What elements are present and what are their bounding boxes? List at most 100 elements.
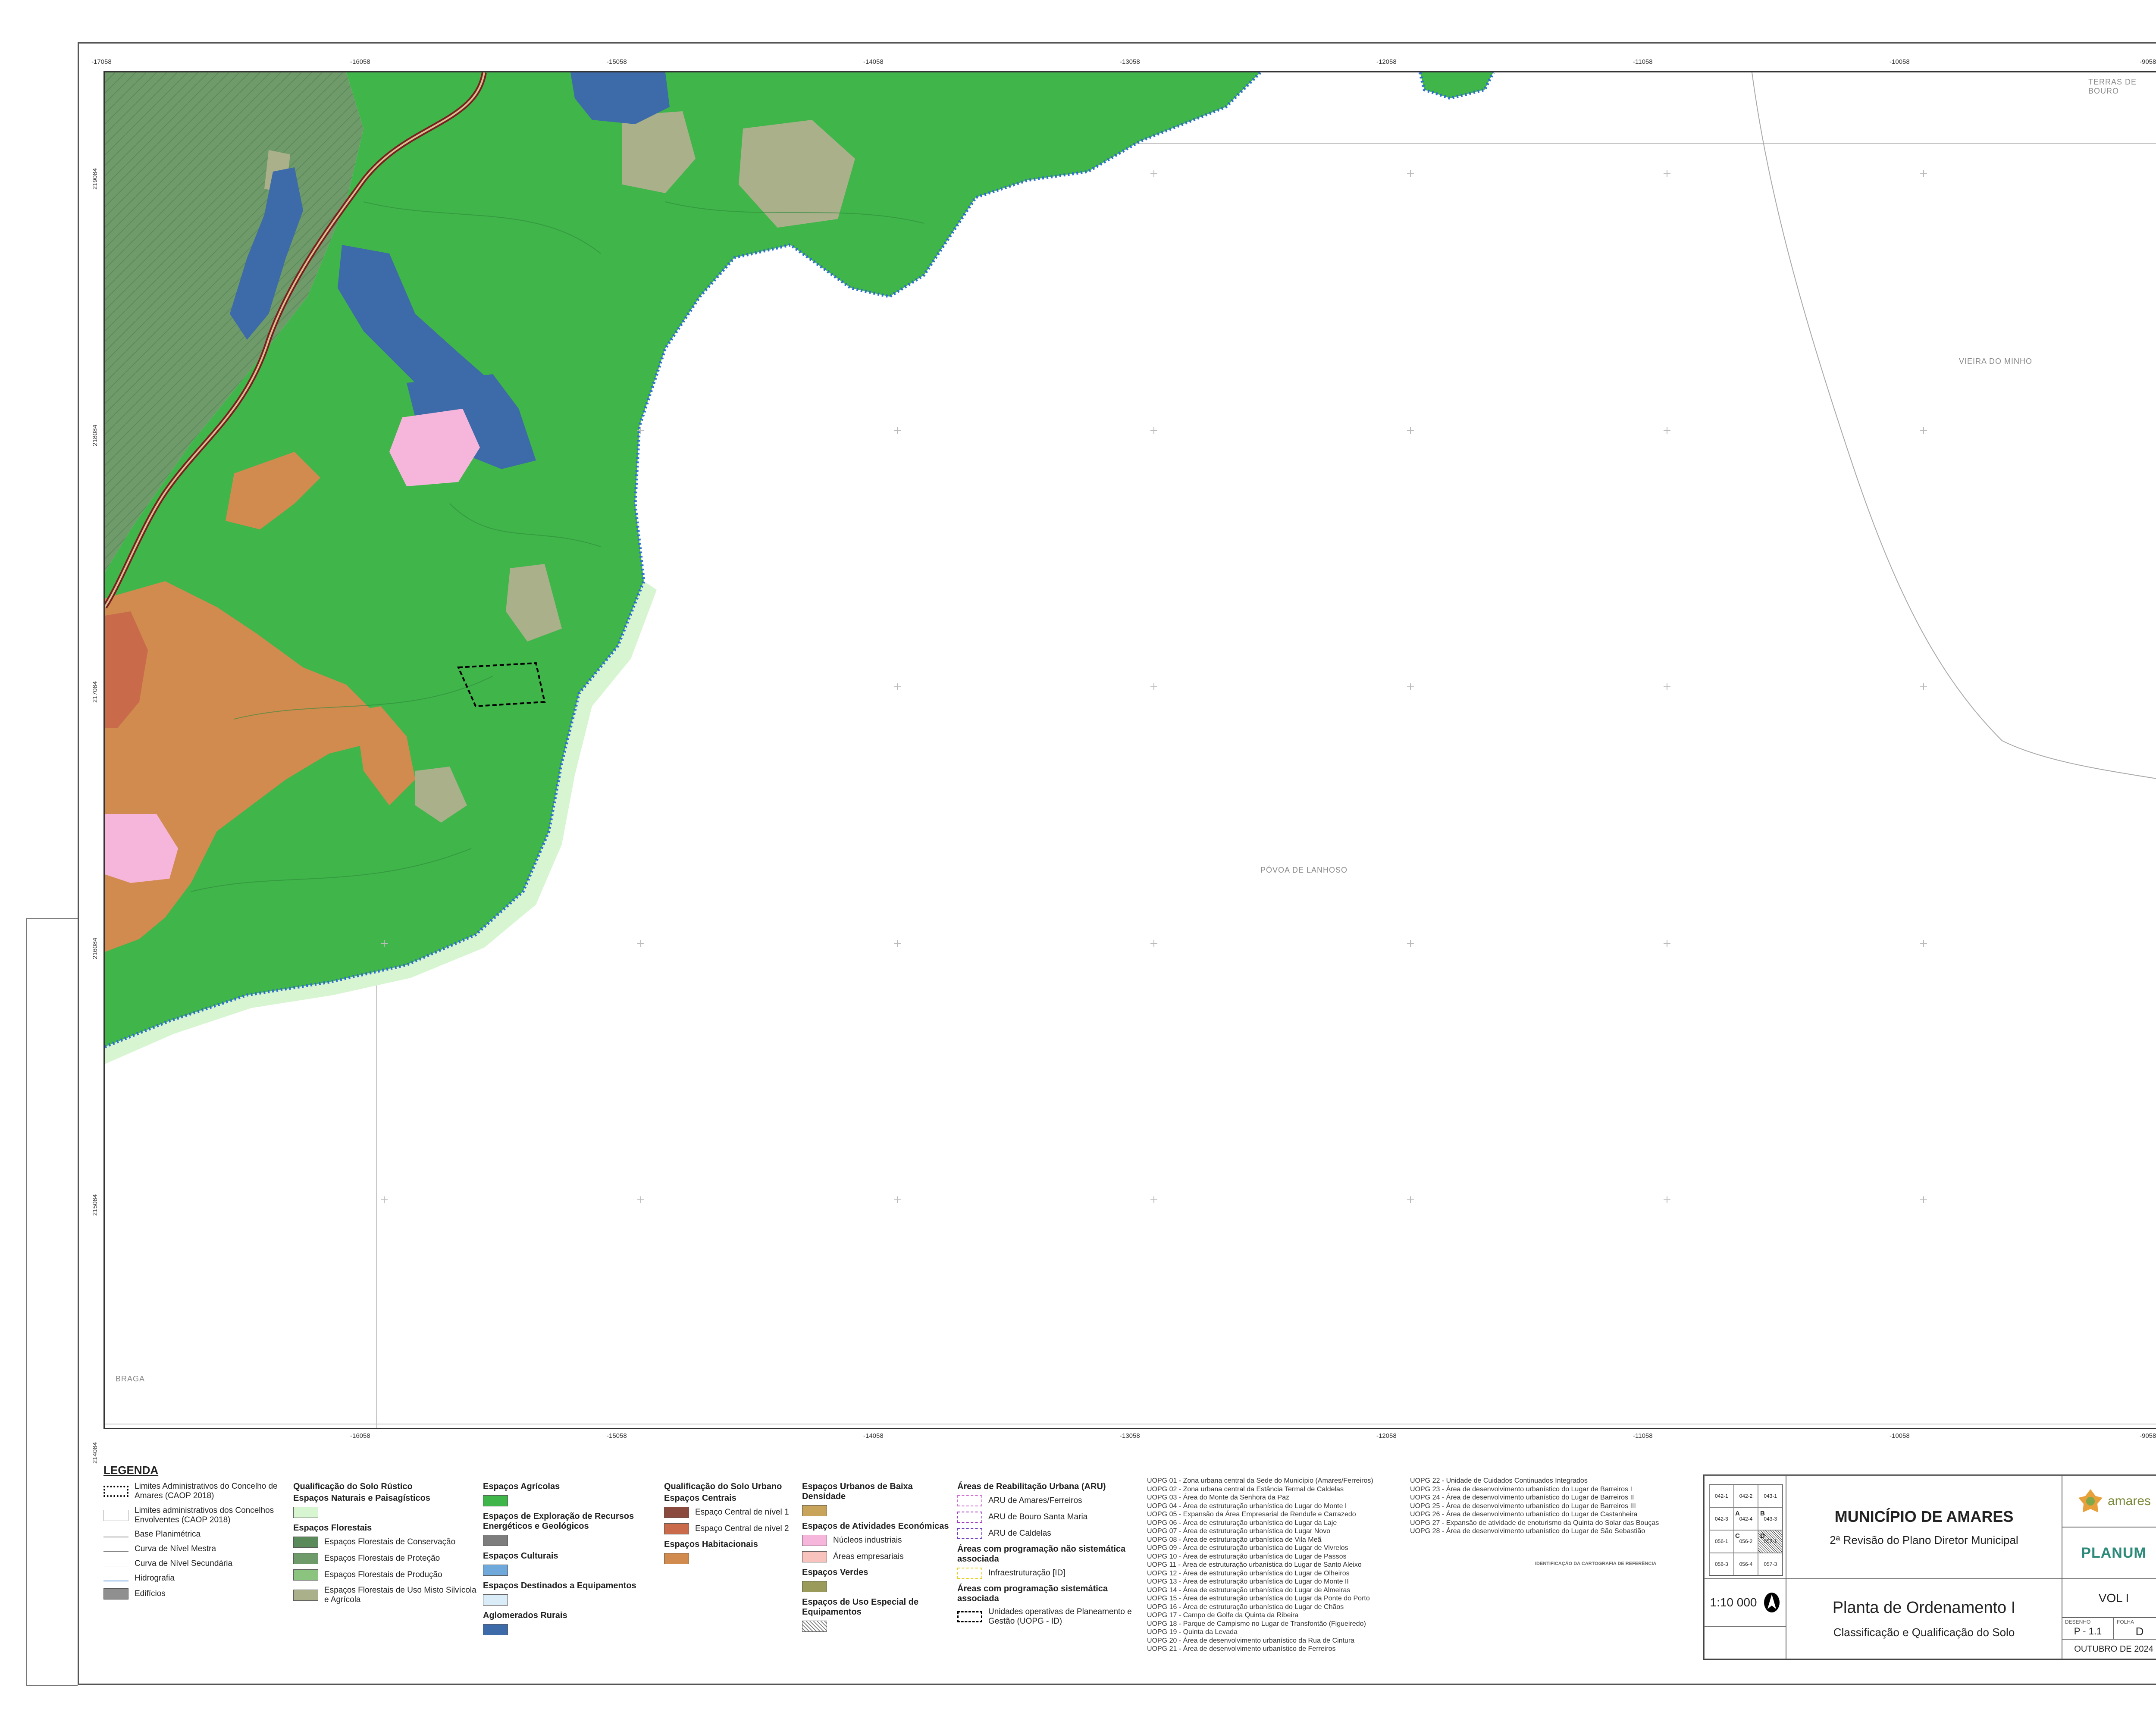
legend-item: Espaços Florestais de Proteção bbox=[293, 1553, 479, 1564]
legend-title: LEGENDA bbox=[103, 1464, 159, 1477]
uopg-item: UOPG 23 - Área de desenvolvimento urbaní… bbox=[1410, 1485, 1632, 1493]
legend-col-espacos: Espaços Agrícolas Espaços de Exploração … bbox=[483, 1482, 664, 1640]
tick-top-5: -13058 bbox=[1120, 58, 1140, 66]
legend-col-admin: Limites Administrativos do Concelho de A… bbox=[103, 1482, 285, 1605]
plan-revision: 2ª Revisão do Plano Diretor Municipal bbox=[1830, 1533, 2018, 1546]
tick-top-2: -16058 bbox=[350, 58, 370, 66]
uopg-item: UOPG 22 - Unidade de Cuidados Continuado… bbox=[1410, 1477, 1588, 1484]
legend-col-aru: Áreas de Reabilitação Urbana (ARU) ARU d… bbox=[957, 1482, 1138, 1631]
legend-label: ARU de Caldelas bbox=[988, 1529, 1051, 1538]
tick-bottom-6: -12058 bbox=[1376, 1432, 1397, 1440]
tick-top-8: -10058 bbox=[1890, 58, 1910, 66]
north-arrow-icon bbox=[1764, 1593, 1780, 1612]
uopg-item: UOPG 24 - Área de desenvolvimento urbaní… bbox=[1410, 1494, 1634, 1501]
sheet-index-cell: 056-4 bbox=[1733, 1553, 1758, 1575]
volume-box: VOL I bbox=[2062, 1579, 2156, 1618]
legend-item bbox=[802, 1505, 953, 1516]
legend-label: Limites administrativos dos Concelhos En… bbox=[135, 1506, 274, 1524]
tick-bottom-7: -11058 bbox=[1633, 1432, 1653, 1440]
legend-swatch bbox=[483, 1495, 508, 1506]
tick-top-7: -11058 bbox=[1633, 58, 1653, 66]
legend-swatch bbox=[483, 1565, 508, 1576]
title-main-box: MUNICÍPIO DE AMARES 2ª Revisão do Plano … bbox=[1786, 1475, 2062, 1579]
legend-swatch bbox=[957, 1528, 982, 1539]
legend-swatch bbox=[293, 1569, 318, 1581]
cartography-identification: IDENTIFICAÇÃO DA CARTOGRAFIA DE REFERÊNC… bbox=[1535, 1561, 1699, 1567]
uopg-item: UOPG 19 - Quinta da Levada bbox=[1147, 1628, 1238, 1636]
legend-swatch bbox=[664, 1507, 689, 1518]
tick-left-5: 215084 bbox=[91, 1194, 99, 1216]
uopg-item: UOPG 11 - Área de estruturação urbanísti… bbox=[1147, 1561, 1362, 1568]
legend-item: ARU de Caldelas bbox=[957, 1528, 1138, 1539]
sheet-index-grid: 042-1 042-2 043-1 042-3 042-4 043-3 056-1 056-2… bbox=[1709, 1484, 1783, 1576]
uopg-item: UOPG 18 - Parque de Campismo no Lugar de… bbox=[1147, 1620, 1366, 1628]
legend-swatch bbox=[483, 1624, 508, 1635]
uopg-item: UOPG 27 - Expansão de atividade de enotu… bbox=[1410, 1519, 1659, 1527]
legend-heading: Áreas com programação sistemática associ… bbox=[957, 1584, 1108, 1603]
tick-left-3: 217084 bbox=[91, 681, 99, 703]
tick-top-1: -17058 bbox=[91, 58, 112, 66]
legend-swatch bbox=[957, 1568, 982, 1579]
place-terras-bouro: TERRAS DE BOURO bbox=[2088, 78, 2137, 95]
drawing-number-box: DESENHO P - 1.1 bbox=[2062, 1618, 2114, 1639]
sheet-index-letter: B bbox=[1760, 1510, 1765, 1517]
legend-swatch bbox=[293, 1553, 318, 1564]
reference-system-box bbox=[1704, 1626, 1786, 1659]
legend-swatch bbox=[957, 1495, 982, 1506]
sheet-index-cell: 043-1 bbox=[1758, 1485, 1783, 1508]
uopg-item: UOPG 28 - Área de desenvolvimento urbaní… bbox=[1410, 1528, 1645, 1535]
legend-item bbox=[293, 1507, 479, 1518]
uopg-list-left: UOPG 01 - Zona urbana central da Sede do… bbox=[1147, 1477, 1423, 1653]
amares-logo-text: amares bbox=[2107, 1494, 2151, 1508]
tick-top-6: -12058 bbox=[1376, 58, 1397, 66]
legend-label: Hidrografia bbox=[135, 1573, 175, 1583]
drawing-number: P - 1.1 bbox=[2074, 1626, 2102, 1637]
legend-item: Base Planimétrica bbox=[103, 1530, 285, 1539]
legend-item bbox=[802, 1581, 953, 1592]
uopg-item: UOPG 12 - Área de estruturação urbanísti… bbox=[1147, 1569, 1350, 1577]
legend-item bbox=[483, 1624, 664, 1635]
map-frame[interactable]: TERRAS DE BOURO VIEIRA DO MINHO PÓVOA DE… bbox=[103, 71, 2156, 1429]
legend-item: Infraestruturação [ID] bbox=[957, 1568, 1138, 1579]
legend-item: Unidades operativas de Planeamento e Ges… bbox=[957, 1607, 1138, 1626]
legend-label: Unidades operativas de Planeamento e Ges… bbox=[988, 1607, 1132, 1626]
map-canvas[interactable] bbox=[105, 72, 2156, 1429]
tick-bottom-5: -13058 bbox=[1120, 1432, 1140, 1440]
legend-swatch bbox=[957, 1512, 982, 1523]
legend-item: ARU de Bouro Santa Maria bbox=[957, 1512, 1138, 1523]
tick-top-4: -14058 bbox=[863, 58, 884, 66]
legend-heading: Qualificação do Solo Urbano bbox=[664, 1482, 782, 1491]
legend-item: Hidrografia bbox=[103, 1574, 285, 1583]
legend-item: Curva de Nível Mestra bbox=[103, 1544, 285, 1554]
date-text: OUTUBRO DE 2024 bbox=[2074, 1644, 2153, 1654]
uopg-item: UOPG 04 - Área de estruturação urbanísti… bbox=[1147, 1502, 1347, 1510]
sheet-number: D bbox=[2135, 1625, 2144, 1638]
legend-swatch bbox=[802, 1581, 827, 1592]
legend-label: Espaços Florestais de Produção bbox=[324, 1570, 442, 1580]
legend-swatch bbox=[802, 1505, 827, 1516]
legend-item: Espaços Florestais de Produção bbox=[293, 1569, 479, 1581]
legend-heading: Espaços Urbanos de Baixa Densidade bbox=[802, 1482, 913, 1501]
uopg-item: UOPG 05 - Expansão da Área Empresarial d… bbox=[1147, 1511, 1356, 1518]
municipality-title: MUNICÍPIO DE AMARES bbox=[1834, 1507, 2014, 1525]
legend-swatch bbox=[293, 1507, 318, 1518]
uopg-item: UOPG 26 - Área de desenvolvimento urbaní… bbox=[1410, 1511, 1638, 1518]
uopg-item: UOPG 21 - Área de desenvolvimento urbaní… bbox=[1147, 1645, 1336, 1653]
uopg-item: UOPG 06 - Área de estruturação urbanísti… bbox=[1147, 1519, 1337, 1527]
legend-col-rustico: Qualificação do Solo Rústico Espaços Nat… bbox=[293, 1482, 479, 1610]
legend-item: Limites administrativos dos Concelhos En… bbox=[103, 1506, 285, 1525]
plan-subtitle: Classificação e Qualificação do Solo bbox=[1833, 1626, 2015, 1639]
sheet-index-cell: 042-1 bbox=[1709, 1485, 1734, 1508]
legend-swatch bbox=[802, 1551, 827, 1562]
legend-heading: Espaços Centrais bbox=[664, 1493, 736, 1503]
uopg-item: UOPG 20 - Área de desenvolvimento urbaní… bbox=[1147, 1637, 1355, 1644]
legend-swatch bbox=[664, 1523, 689, 1534]
uopg-item: UOPG 15 - Área de estruturação urbanísti… bbox=[1147, 1595, 1370, 1602]
scale-text: 1:10 000 bbox=[1710, 1596, 1757, 1609]
drawing-label: DESENHO bbox=[2065, 1619, 2091, 1625]
legend-label: Núcleos industriais bbox=[833, 1536, 902, 1545]
legend-heading: Espaços Culturais bbox=[483, 1551, 558, 1561]
plan-title: Planta de Ordenamento I bbox=[1832, 1599, 2016, 1617]
sheet-index-cell: 057-3 bbox=[1758, 1553, 1783, 1575]
place-vieira-minho: VIEIRA DO MINHO bbox=[1959, 357, 2033, 366]
